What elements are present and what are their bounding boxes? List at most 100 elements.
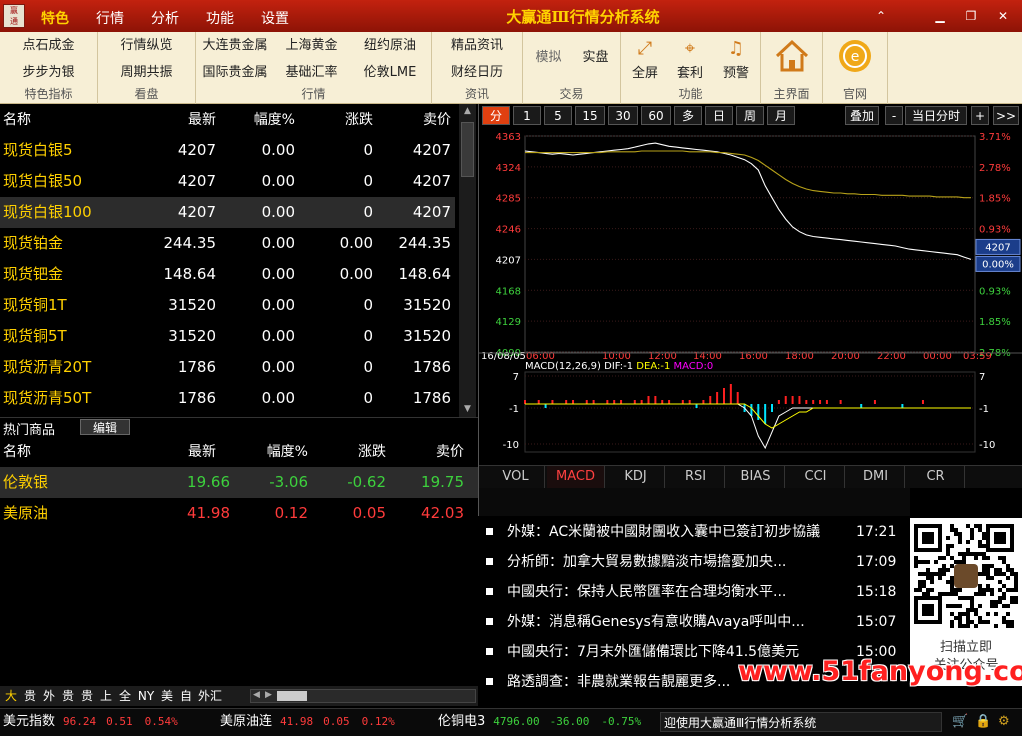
status-ticker[interactable]: 美原油连 41.98 0.05 0.12%	[220, 709, 395, 735]
alert-button[interactable]: ♫ 预警	[714, 36, 758, 81]
tool-cycle[interactable]: 周期共振	[98, 60, 195, 85]
period-button[interactable]: 月	[767, 106, 795, 125]
mock-trade-button[interactable]: 模拟	[526, 45, 571, 70]
table-row[interactable]: 现货白银100 4207 0.00 0 4207	[0, 197, 455, 228]
tool-dianshi[interactable]: 点石成金	[0, 33, 97, 58]
gear-icon[interactable]: ⚙	[998, 709, 1010, 735]
news-item[interactable]: 分析師：加拿大貿易數據黯淡市場擔憂加央... 17:09	[486, 547, 906, 577]
menu-functions[interactable]: 功能	[206, 8, 234, 28]
period-button[interactable]: 日	[705, 106, 733, 125]
news-item[interactable]: 中國央行：保持人民幣匯率在合理均衡水平... 15:18	[486, 577, 906, 607]
next-button[interactable]: >>	[993, 106, 1019, 125]
home-button[interactable]	[764, 36, 820, 80]
status-ticker[interactable]: 美元指数 96.24 0.51 0.54%	[3, 709, 178, 735]
hot-row[interactable]: 伦敦银 19.66 -3.06 -0.62 19.75	[0, 467, 478, 498]
tool-dalian[interactable]: 大连贵金属	[196, 33, 274, 58]
indicator-tab[interactable]: DMI	[847, 466, 905, 488]
quote-scrollbar[interactable]: ▲ ▼	[459, 104, 476, 417]
period-button[interactable]: 分	[482, 106, 510, 125]
table-row[interactable]: 现货沥青20T 1786 0.00 0 1786	[0, 352, 455, 383]
tool-bubu[interactable]: 步步为银	[0, 60, 97, 85]
status-ticker[interactable]: 伦铜电3 4796.00 -36.00 -0.75%	[438, 709, 641, 735]
indicator-tab[interactable]: BIAS	[727, 466, 785, 488]
zoom-in-button[interactable]: +	[971, 106, 989, 125]
cart-icon[interactable]: 🛒	[952, 709, 968, 735]
arbitrage-button[interactable]: ⌖ 套利	[668, 36, 712, 81]
scroll-right-icon[interactable]: ▶	[265, 690, 272, 700]
mode-select[interactable]: 当日分时	[905, 106, 967, 125]
table-row[interactable]: 现货铜5T 31520 0.00 0 31520	[0, 321, 455, 352]
indicator-tab[interactable]: CR	[907, 466, 965, 488]
market-tab[interactable]: 外汇	[196, 688, 224, 704]
menu-featured[interactable]: 特色	[41, 8, 69, 28]
minimize-icon[interactable]: ▁	[931, 8, 949, 24]
period-button[interactable]: 周	[736, 106, 764, 125]
table-row[interactable]: 现货铂金 244.35 0.00 0.00 244.35	[0, 228, 455, 259]
scroll-down-icon[interactable]: ▼	[459, 402, 476, 417]
macd-chart[interactable]: MACD(12,26,9) DIF:-1 DEA:-1 MACD:0 7 7 -1 -1…	[479, 360, 1022, 462]
tool-ny-oil[interactable]: 纽约原油	[350, 33, 430, 58]
market-tab[interactable]: NY	[135, 688, 157, 704]
col-header-pct[interactable]: 幅度%	[230, 105, 295, 135]
tool-calendar[interactable]: 财经日历	[432, 60, 522, 85]
menu-analysis[interactable]: 分析	[151, 8, 179, 28]
tool-news[interactable]: 精品资讯	[432, 33, 522, 58]
lock-icon[interactable]: 🔒	[975, 709, 991, 735]
indicator-tab[interactable]: RSI	[667, 466, 725, 488]
indicator-tab[interactable]: MACD	[547, 466, 605, 488]
market-tab[interactable]: 外	[40, 688, 58, 704]
indicator-tab[interactable]: VOL	[487, 466, 545, 488]
scrollbar-thumb[interactable]	[461, 122, 474, 177]
col-header-name[interactable]: 名称	[3, 105, 31, 135]
col-header-last[interactable]: 最新	[150, 105, 216, 135]
tool-overview[interactable]: 行情纵览	[98, 33, 195, 58]
scroll-up-icon[interactable]: ▲	[459, 104, 476, 119]
restore-icon[interactable]: ❐	[962, 8, 980, 24]
news-item[interactable]: 外媒：AC米蘭被中國財團收入囊中已簽訂初步協議 17:21	[486, 517, 906, 547]
zoom-out-button[interactable]: -	[885, 106, 903, 125]
hot-header-pct[interactable]: 幅度%	[230, 437, 308, 467]
close-icon[interactable]: ✕	[994, 8, 1012, 24]
hot-header-last[interactable]: 最新	[150, 437, 216, 467]
table-row[interactable]: 现货铜1T 31520 0.00 0 31520	[0, 290, 455, 321]
tool-lme[interactable]: 伦敦LME	[350, 60, 430, 85]
col-header-chg[interactable]: 涨跌	[320, 105, 373, 135]
news-item[interactable]: 外媒：消息稱Genesys有意收購Avaya呼叫中... 15:07	[486, 607, 906, 637]
indicator-tab[interactable]: CCI	[787, 466, 845, 488]
scrollbar-thumb[interactable]	[277, 691, 307, 701]
intraday-price-chart[interactable]: 4363 3.71% 4324 2.78% 4285 1.85% 4246 0.93% 4207…	[479, 128, 1022, 360]
period-button[interactable]: 15	[575, 106, 605, 125]
hot-header-chg[interactable]: 涨跌	[320, 437, 386, 467]
indicator-tab[interactable]: KDJ	[607, 466, 665, 488]
market-tab[interactable]: 贵	[78, 688, 96, 704]
tool-intl-metal[interactable]: 国际贵金属	[196, 60, 274, 85]
real-trade-button[interactable]: 实盘	[573, 45, 618, 70]
website-button[interactable]: e	[826, 38, 884, 78]
col-header-ask[interactable]: 卖价	[390, 105, 451, 135]
market-tab[interactable]: 大	[2, 688, 20, 704]
period-button[interactable]: 30	[608, 106, 638, 125]
table-row[interactable]: 现货白银50 4207 0.00 0 4207	[0, 166, 455, 197]
menu-settings[interactable]: 设置	[261, 8, 289, 28]
table-row[interactable]: 现货白银5 4207 0.00 0 4207	[0, 135, 455, 166]
tool-shanghai-gold[interactable]: 上海黄金	[275, 33, 348, 58]
table-row[interactable]: 现货沥青50T 1786 0.00 0 1786	[0, 383, 455, 414]
market-tab[interactable]: 美	[158, 688, 176, 704]
market-tab[interactable]: 贵	[59, 688, 77, 704]
market-tab[interactable]: 自	[177, 688, 195, 704]
period-button[interactable]: 5	[544, 106, 572, 125]
period-button[interactable]: 1	[513, 106, 541, 125]
market-tab[interactable]: 上	[97, 688, 115, 704]
collapse-icon[interactable]: ⌃	[872, 8, 890, 24]
edit-button[interactable]: 编辑	[80, 419, 130, 435]
table-row[interactable]: 现货钯金 148.64 0.00 0.00 148.64	[0, 259, 455, 290]
scroll-left-icon[interactable]: ◀	[253, 690, 260, 700]
period-button[interactable]: 多	[674, 106, 702, 125]
hot-header-ask[interactable]: 卖价	[390, 437, 464, 467]
fullscreen-button[interactable]: ⤢ 全屏	[623, 36, 667, 81]
tool-fx[interactable]: 基础汇率	[275, 60, 348, 85]
overlay-button[interactable]: 叠加	[845, 106, 879, 125]
menu-quotes[interactable]: 行情	[96, 8, 124, 28]
tabs-scrollbar[interactable]: ◀ ▶	[250, 689, 476, 703]
hot-row[interactable]: 美原油 41.98 0.12 0.05 42.03	[0, 498, 478, 529]
